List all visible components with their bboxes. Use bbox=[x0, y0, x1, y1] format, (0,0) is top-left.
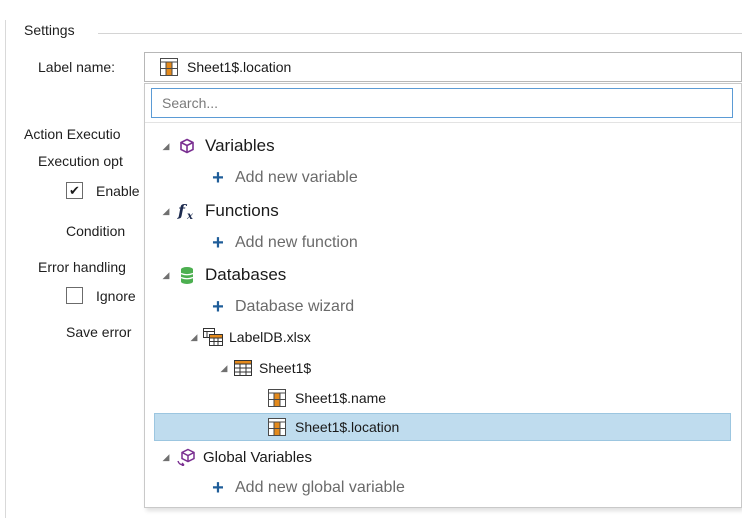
tree-item-sheet[interactable]: ◢ Sheet1$ bbox=[219, 354, 311, 382]
svg-text:x: x bbox=[186, 211, 194, 221]
add-new-global-variable[interactable]: + Add new global variable bbox=[209, 474, 405, 502]
collapse-arrow-icon[interactable]: ◢ bbox=[161, 141, 171, 152]
functions-label: Functions bbox=[205, 201, 279, 220]
field-icon bbox=[267, 417, 287, 437]
add-new-global-variable-label: Add new global variable bbox=[235, 479, 405, 496]
search-input[interactable] bbox=[151, 88, 733, 118]
collapse-arrow-icon[interactable]: ◢ bbox=[161, 206, 171, 217]
database-icon bbox=[177, 265, 197, 285]
enable-checkbox[interactable]: ✔ bbox=[66, 182, 83, 199]
collapse-arrow-icon[interactable]: ◢ bbox=[219, 363, 229, 374]
plus-icon: + bbox=[212, 232, 224, 254]
ignore-label: Ignore bbox=[96, 288, 136, 304]
execution-options-label: Execution opt bbox=[38, 153, 123, 169]
label-name-label: Label name: bbox=[38, 59, 116, 75]
sheet-label: Sheet1$ bbox=[259, 360, 312, 376]
excel-file-icon bbox=[203, 327, 223, 347]
tree-item-field-location[interactable]: Sheet1$.location bbox=[154, 413, 731, 441]
settings-panel: Settings Label name: Sheet1$.location Ac… bbox=[0, 0, 742, 518]
variables-label: Variables bbox=[205, 136, 275, 155]
error-handling-label: Error handling bbox=[38, 259, 126, 275]
label-name-value: Sheet1$.location bbox=[187, 59, 292, 75]
global-variables-label: Global Variables bbox=[203, 448, 312, 466]
tree-item-databases[interactable]: ◢ Databases bbox=[161, 261, 286, 289]
table-icon bbox=[233, 358, 253, 378]
labeldb-label: LabelDB.xlsx bbox=[229, 329, 311, 345]
databases-label: Databases bbox=[205, 265, 287, 284]
add-new-variable-label: Add new variable bbox=[235, 169, 358, 186]
save-error-label: Save error bbox=[66, 324, 132, 340]
tree-item-functions[interactable]: ◢ f x Functions bbox=[161, 197, 279, 225]
plus-icon: + bbox=[212, 477, 224, 499]
settings-divider bbox=[98, 33, 742, 34]
add-new-function[interactable]: + Add new function bbox=[209, 229, 358, 257]
collapse-arrow-icon[interactable]: ◢ bbox=[161, 452, 171, 463]
tree-item-global-variables[interactable]: ◢ Global Variables bbox=[161, 443, 312, 471]
add-new-variable[interactable]: + Add new variable bbox=[209, 164, 358, 192]
database-wizard[interactable]: + Database wizard bbox=[209, 293, 354, 321]
collapse-arrow-icon[interactable]: ◢ bbox=[161, 270, 171, 281]
label-name-combo[interactable]: Sheet1$.location bbox=[144, 52, 742, 82]
tree-item-variables[interactable]: ◢ Variables bbox=[161, 132, 275, 160]
field-icon bbox=[267, 388, 287, 408]
condition-label: Condition bbox=[66, 223, 126, 239]
field-location-label: Sheet1$.location bbox=[295, 419, 400, 435]
collapse-arrow-icon[interactable]: ◢ bbox=[189, 332, 199, 343]
cube-icon bbox=[177, 136, 197, 156]
tree-item-labeldb[interactable]: ◢ LabelDB.xlsx bbox=[189, 323, 311, 351]
variable-dropdown: ◢ Variables + Add new variable ◢ f x F bbox=[144, 83, 742, 508]
plus-icon: + bbox=[212, 296, 224, 318]
checkmark-icon: ✔ bbox=[69, 183, 80, 198]
tree-item-field-name[interactable]: Sheet1$.name bbox=[267, 384, 386, 412]
enable-label: Enable bbox=[96, 183, 140, 199]
field-name-label: Sheet1$.name bbox=[295, 390, 387, 406]
plus-icon: + bbox=[212, 167, 224, 189]
action-execution-title: Action Executio bbox=[24, 126, 121, 142]
tree-separator bbox=[145, 122, 741, 123]
settings-title: Settings bbox=[24, 22, 75, 38]
add-new-function-label: Add new function bbox=[235, 234, 358, 251]
ignore-checkbox[interactable] bbox=[66, 287, 83, 304]
field-icon bbox=[159, 57, 179, 77]
panel-border bbox=[5, 20, 6, 518]
global-variables-icon bbox=[177, 447, 197, 467]
database-wizard-label: Database wizard bbox=[235, 298, 355, 315]
function-icon: f x bbox=[177, 201, 197, 221]
